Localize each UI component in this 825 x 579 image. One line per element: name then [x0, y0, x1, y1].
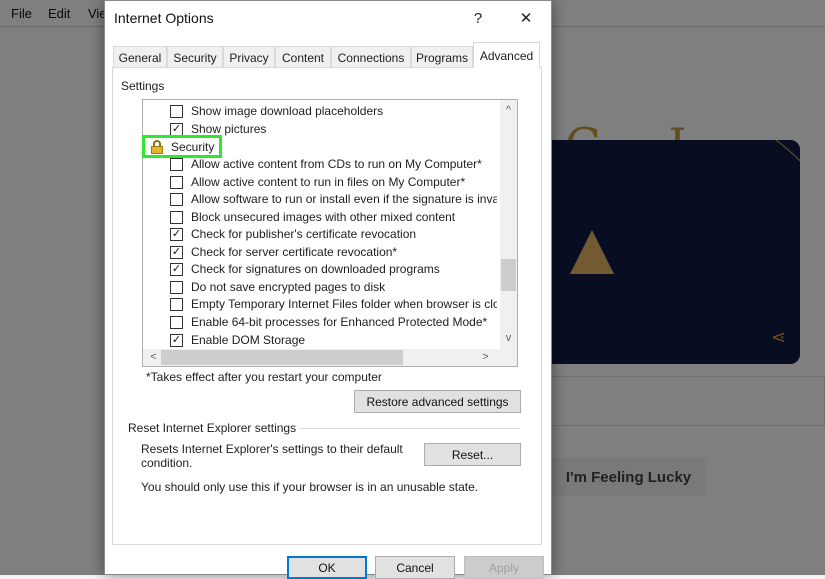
item-label: Check for publisher's certificate revoca… [191, 227, 417, 241]
scroll-up-icon[interactable]: ^ [500, 102, 517, 119]
item-label: Empty Temporary Internet Files folder wh… [191, 297, 497, 311]
scroll-down-icon[interactable]: v [500, 330, 517, 347]
list-item[interactable]: ✓ Check for publisher's certificate revo… [143, 226, 497, 243]
restart-note: *Takes effect after you restart your com… [146, 370, 382, 384]
close-button[interactable]: ✕ [511, 6, 541, 30]
horizontal-scroll-thumb[interactable] [161, 350, 403, 365]
restore-advanced-settings-button[interactable]: Restore advanced settings [354, 390, 521, 413]
list-item[interactable]: ✓ Check for signatures on downloaded pro… [143, 261, 497, 278]
checkbox[interactable] [170, 176, 183, 189]
checkbox[interactable]: ✓ [170, 334, 183, 347]
horizontal-scrollbar[interactable]: < > [143, 349, 517, 366]
item-label: Allow active content from CDs to run on … [191, 157, 482, 171]
item-label: Block unsecured images with other mixed … [191, 210, 456, 224]
reset-description: Resets Internet Explorer's settings to t… [141, 442, 403, 470]
settings-legend: Settings [121, 79, 165, 93]
checkbox[interactable]: ✓ [170, 246, 183, 259]
help-button[interactable]: ? [463, 6, 493, 30]
tab-privacy[interactable]: Privacy [223, 46, 275, 68]
scroll-corner [500, 349, 517, 366]
vertical-scroll-thumb[interactable] [501, 259, 516, 291]
item-label: Check for signatures on downloaded progr… [191, 262, 440, 276]
tab-advanced[interactable]: Advanced [473, 42, 540, 68]
checkbox[interactable] [170, 158, 183, 171]
list-item[interactable]: ✓ Check for server certificate revocatio… [143, 244, 497, 261]
list-item[interactable]: Allow software to run or install even if… [143, 191, 497, 208]
dialog-title: Internet Options [114, 10, 214, 26]
internet-options-dialog: Internet Options ? ✕ General Security Pr… [104, 0, 552, 579]
checkbox[interactable]: ✓ [170, 263, 183, 276]
security-label: Security [171, 139, 215, 154]
tab-security[interactable]: Security [167, 46, 223, 68]
lock-icon [150, 139, 164, 154]
checkbox[interactable] [170, 298, 183, 311]
tab-connections[interactable]: Connections [331, 46, 411, 68]
security-tooltip[interactable]: Security [142, 135, 222, 158]
item-label: Check for server certificate revocation* [191, 245, 398, 259]
apply-button[interactable]: Apply [464, 556, 544, 579]
item-label: Enable DOM Storage [191, 333, 306, 347]
checkbox[interactable]: ✓ [170, 228, 183, 241]
checkbox[interactable] [170, 316, 183, 329]
list-item[interactable]: Allow active content to run in files on … [143, 174, 497, 191]
list-item[interactable]: ✓ Enable DOM Storage [143, 332, 497, 349]
list-item[interactable]: Do not save encrypted pages to disk [143, 279, 497, 296]
checkbox[interactable] [170, 281, 183, 294]
list-item[interactable]: Allow active content from CDs to run on … [143, 156, 497, 173]
item-label: Allow software to run or install even if… [191, 192, 497, 206]
cancel-button[interactable]: Cancel [375, 556, 455, 579]
scroll-right-icon[interactable]: > [477, 349, 494, 366]
list-item[interactable]: Show image download placeholders [143, 103, 497, 120]
reset-warning: You should only use this if your browser… [141, 480, 479, 494]
reset-section-title: Reset Internet Explorer settings [128, 421, 297, 435]
list-item[interactable]: Enable 64-bit processes for Enhanced Pro… [143, 314, 497, 331]
checkbox[interactable] [170, 211, 183, 224]
checkbox[interactable] [170, 193, 183, 206]
list-item[interactable]: Empty Temporary Internet Files folder wh… [143, 296, 497, 313]
reset-button[interactable]: Reset... [424, 443, 521, 466]
vertical-scrollbar[interactable]: ^ v [500, 100, 517, 349]
item-label: Enable 64-bit processes for Enhanced Pro… [191, 315, 488, 329]
list-item[interactable]: Block unsecured images with other mixed … [143, 209, 497, 226]
tab-general[interactable]: General [113, 46, 167, 68]
divider [300, 428, 520, 429]
item-label: Show image download placeholders [191, 104, 384, 118]
item-label: Allow active content to run in files on … [191, 175, 466, 189]
ok-button[interactable]: OK [287, 556, 367, 579]
tab-content[interactable]: Content [275, 46, 331, 68]
tab-programs[interactable]: Programs [411, 46, 473, 68]
scroll-left-icon[interactable]: < [145, 349, 162, 366]
checkbox[interactable] [170, 105, 183, 118]
item-label: Do not save encrypted pages to disk [191, 280, 386, 294]
